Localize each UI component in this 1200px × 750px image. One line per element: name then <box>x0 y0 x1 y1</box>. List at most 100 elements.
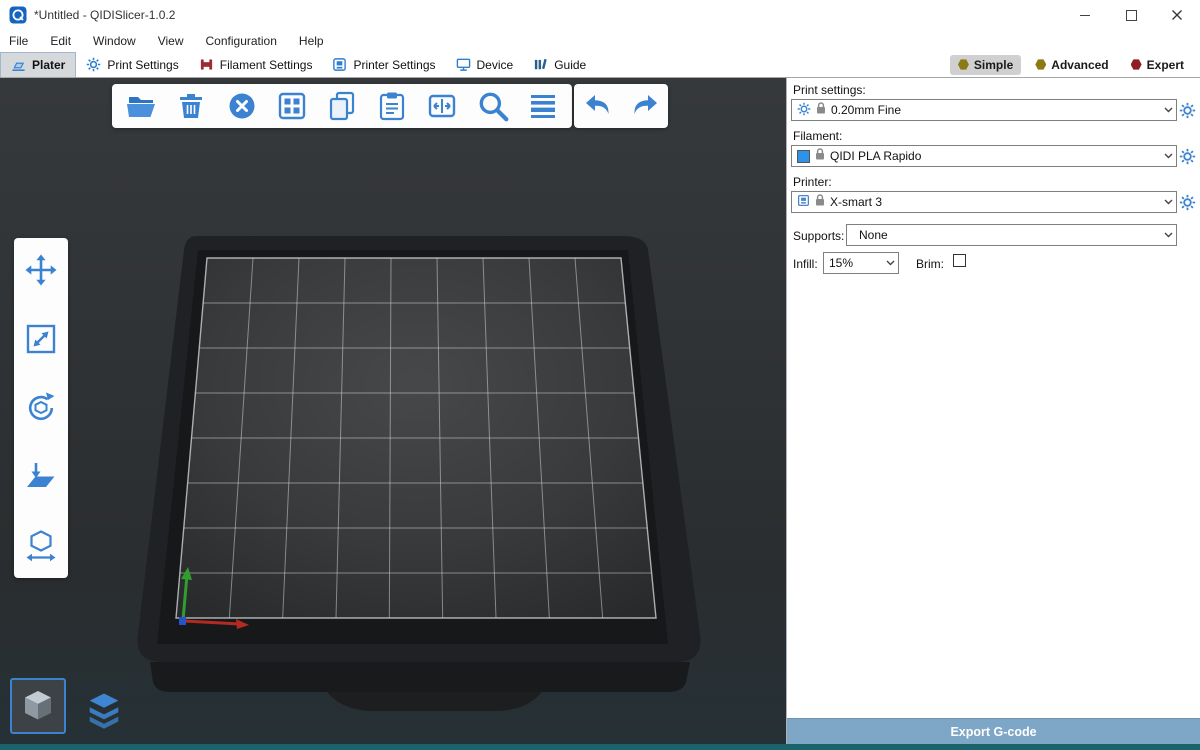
menu-file[interactable]: File <box>0 34 39 48</box>
close-button[interactable] <box>1154 0 1200 30</box>
open-button[interactable] <box>121 86 161 126</box>
mode-label: Simple <box>974 58 1013 72</box>
trash-icon <box>175 90 207 122</box>
chevron-down-icon <box>1160 225 1176 245</box>
brim-label: Brim: <box>916 257 944 271</box>
copy-button[interactable] <box>322 86 362 126</box>
advanced-mode-icon <box>1035 59 1046 70</box>
delete-button[interactable] <box>171 86 211 126</box>
scene-viewport[interactable] <box>0 78 786 744</box>
editor-3d-icon <box>18 686 58 726</box>
split-objects-button[interactable] <box>422 86 462 126</box>
app-window: *Untitled - QIDISlicer-1.0.2 File Edit W… <box>0 0 1200 750</box>
tab-label: Device <box>477 58 514 72</box>
gear-icon <box>86 57 101 72</box>
rotate-button[interactable] <box>19 386 63 430</box>
printer-combo[interactable]: X-smart 3 <box>791 191 1177 213</box>
chevron-down-icon <box>1160 192 1176 212</box>
device-monitor-icon <box>456 57 471 72</box>
brim-checkbox[interactable] <box>953 254 966 267</box>
supports-label: Supports: <box>793 229 844 243</box>
menu-window[interactable]: Window <box>82 34 147 48</box>
paste-button[interactable] <box>372 86 412 126</box>
delete-all-button[interactable] <box>222 86 262 126</box>
redo-icon <box>629 90 661 122</box>
supports-value: None <box>859 228 1155 242</box>
expert-mode-icon <box>1131 59 1142 70</box>
gear-icon <box>1179 148 1196 165</box>
view-mode-toolbar <box>10 678 128 734</box>
filament-spool-icon <box>199 57 214 72</box>
supports-combo[interactable]: None <box>846 224 1177 246</box>
menu-bar: File Edit Window View Configuration Help <box>0 30 1200 52</box>
tab-label: Print Settings <box>107 58 178 72</box>
menu-edit[interactable]: Edit <box>39 34 82 48</box>
preview-view-button[interactable] <box>80 686 128 734</box>
open-folder-icon <box>125 90 157 122</box>
filament-color-swatch <box>797 150 810 163</box>
print-settings-combo[interactable]: 0.20mm Fine <box>791 99 1177 121</box>
printer-label: Printer: <box>793 175 832 189</box>
mode-label: Advanced <box>1051 58 1108 72</box>
tab-printer-settings[interactable]: Printer Settings <box>322 52 445 77</box>
maximize-button[interactable] <box>1108 0 1154 30</box>
minimize-icon <box>1080 15 1090 16</box>
menu-help[interactable]: Help <box>288 34 335 48</box>
print-settings-gear-button[interactable] <box>1178 101 1196 119</box>
arrange-button[interactable] <box>272 86 312 126</box>
preview-layers-icon <box>82 688 126 732</box>
chevron-down-icon <box>1160 146 1176 166</box>
settings-sidebar: Print settings: 0.20mm Fine Filament: QI… <box>786 78 1200 744</box>
filament-combo[interactable]: QIDI PLA Rapido <box>791 145 1177 167</box>
place-on-face-button[interactable] <box>19 455 63 499</box>
move-button[interactable] <box>19 248 63 292</box>
printer-icon <box>332 57 347 72</box>
mode-advanced[interactable]: Advanced <box>1027 55 1116 75</box>
window-controls <box>1062 0 1200 30</box>
search-button[interactable] <box>473 86 513 126</box>
editor-view-button[interactable] <box>10 678 66 734</box>
measure-button[interactable] <box>19 524 63 568</box>
move-icon <box>24 253 58 287</box>
printer-value: X-smart 3 <box>830 195 1155 209</box>
plater-icon <box>11 58 26 73</box>
infill-combo[interactable]: 15% <box>823 252 899 274</box>
scale-button[interactable] <box>19 317 63 361</box>
build-plate <box>0 78 786 744</box>
minimize-button[interactable] <box>1062 0 1108 30</box>
mode-selector: Simple Advanced Expert <box>950 52 1200 77</box>
variable-layer-height-icon <box>527 90 559 122</box>
delete-all-icon <box>226 90 258 122</box>
tab-label: Plater <box>32 58 65 72</box>
measure-icon <box>24 529 58 563</box>
printer-gear-button[interactable] <box>1178 193 1196 211</box>
menu-configuration[interactable]: Configuration <box>195 34 288 48</box>
simple-mode-icon <box>958 59 969 70</box>
filament-label: Filament: <box>793 129 842 143</box>
tab-print-settings[interactable]: Print Settings <box>76 52 188 77</box>
gear-icon <box>1179 102 1196 119</box>
filament-gear-button[interactable] <box>1178 147 1196 165</box>
chevron-down-icon <box>1160 100 1176 120</box>
window-bottom-edge <box>0 744 1200 750</box>
mode-expert[interactable]: Expert <box>1123 55 1192 75</box>
tab-plater[interactable]: Plater <box>0 52 76 77</box>
tab-filament-settings[interactable]: Filament Settings <box>189 52 323 77</box>
undo-icon <box>582 90 614 122</box>
menu-view[interactable]: View <box>147 34 195 48</box>
history-toolbar <box>574 84 668 128</box>
paste-icon <box>376 90 408 122</box>
redo-button[interactable] <box>625 86 665 126</box>
scale-icon <box>24 322 58 356</box>
tab-guide[interactable]: Guide <box>523 52 596 77</box>
export-gcode-button[interactable]: Export G-code <box>787 718 1200 744</box>
tab-device[interactable]: Device <box>446 52 524 77</box>
undo-button[interactable] <box>578 86 618 126</box>
print-settings-value: 0.20mm Fine <box>831 103 1155 117</box>
left-toolbar <box>14 238 68 578</box>
variable-layer-height-button[interactable] <box>523 86 563 126</box>
top-toolbar <box>112 84 572 128</box>
filament-value: QIDI PLA Rapido <box>830 149 1155 163</box>
mode-simple[interactable]: Simple <box>950 55 1021 75</box>
place-on-face-icon <box>24 460 58 494</box>
